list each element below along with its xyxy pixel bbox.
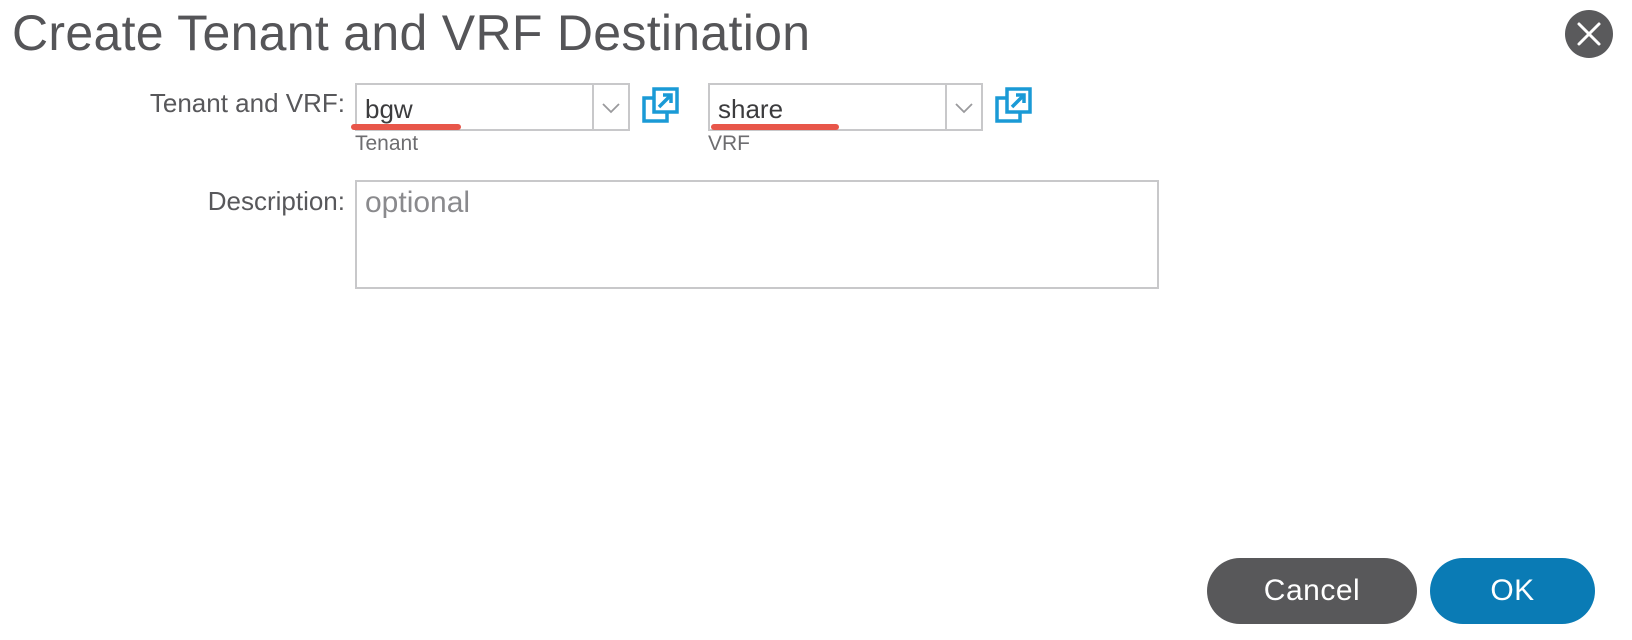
chevron-down-icon[interactable] [600,97,622,119]
description-textarea[interactable] [355,180,1159,289]
cancel-button[interactable]: Cancel [1207,558,1417,624]
tenant-select-divider [592,85,594,129]
tenant-sublabel: Tenant [355,132,419,155]
close-icon [1577,22,1601,46]
vrf-select-divider [945,85,947,129]
vrf-sublabel: VRF [708,132,750,155]
tenant-vrf-label: Tenant and VRF: [149,88,345,118]
open-in-new-window-icon[interactable] [642,87,680,125]
open-in-new-window-icon[interactable] [995,87,1033,125]
dialog-title: Create Tenant and VRF Destination [12,5,811,61]
vrf-annotation-underline [711,124,839,130]
tenant-annotation-underline [351,124,461,130]
vrf-select-value: share [718,94,784,124]
ok-button[interactable]: OK [1430,558,1595,624]
chevron-down-icon[interactable] [953,97,975,119]
tenant-select-value: bgw [365,94,413,124]
description-label: Description: [207,186,345,216]
close-button[interactable] [1565,10,1613,58]
